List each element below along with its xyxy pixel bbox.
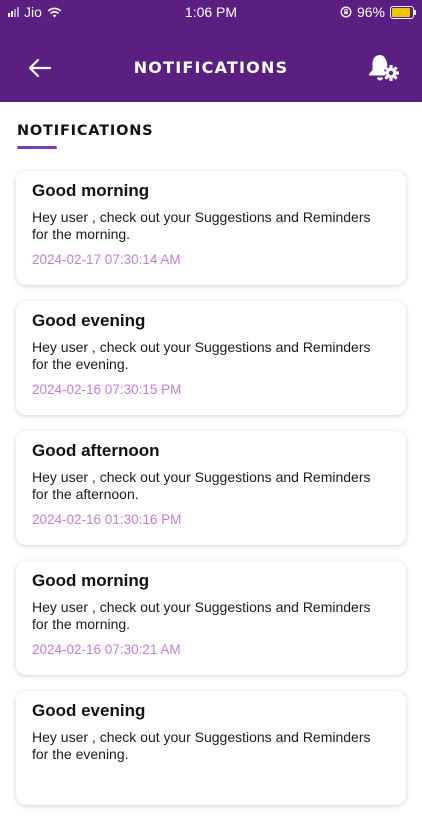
battery-icon — [390, 5, 416, 19]
notification-timestamp: 2024-02-16 07:30:15 PM — [32, 382, 182, 397]
app-header: Jio 1:06 PM 96% NOTIFICATIONS — [0, 0, 422, 102]
notification-card[interactable]: Good morning Hey user , check out your S… — [16, 171, 406, 285]
status-right: 96% — [340, 4, 416, 20]
notification-title: Good morning — [32, 181, 150, 200]
notification-title: Good afternoon — [32, 441, 160, 460]
notification-settings-button[interactable] — [366, 52, 400, 84]
notification-body: Hey user , check out your Suggestions an… — [32, 339, 371, 372]
notification-title: Good evening — [32, 701, 146, 720]
notification-title: Good evening — [32, 311, 146, 330]
status-bar: Jio 1:06 PM 96% — [0, 0, 422, 24]
notification-body: Hey user , check out your Suggestions an… — [32, 599, 371, 632]
notification-list[interactable]: Good morning Hey user , check out your S… — [16, 171, 406, 821]
notification-timestamp: 2024-02-16 07:30:21 AM — [32, 642, 181, 657]
notification-body: Hey user , check out your Suggestions an… — [32, 209, 371, 242]
page-title: NOTIFICATIONS — [133, 58, 289, 77]
notification-timestamp: 2024-02-16 01:30:16 PM — [32, 512, 182, 527]
notification-card[interactable]: Good morning Hey user , check out your S… — [16, 561, 406, 675]
bell-gear-icon — [369, 55, 399, 81]
notification-card[interactable]: Good evening Hey user , check out your S… — [16, 691, 406, 805]
section-underline — [17, 146, 57, 149]
notification-card[interactable]: Good afternoon Hey user , check out your… — [16, 431, 406, 545]
notification-body: Hey user , check out your Suggestions an… — [32, 729, 371, 762]
notification-timestamp: 2024-02-17 07:30:14 AM — [32, 252, 181, 267]
notification-card[interactable]: Good evening Hey user , check out your S… — [16, 301, 406, 415]
battery-percent: 96% — [356, 4, 385, 20]
orientation-lock-icon — [340, 6, 352, 18]
section-title: NOTIFICATIONS — [17, 123, 154, 139]
notification-body: Hey user , check out your Suggestions an… — [32, 469, 371, 502]
notification-title: Good morning — [32, 571, 150, 590]
